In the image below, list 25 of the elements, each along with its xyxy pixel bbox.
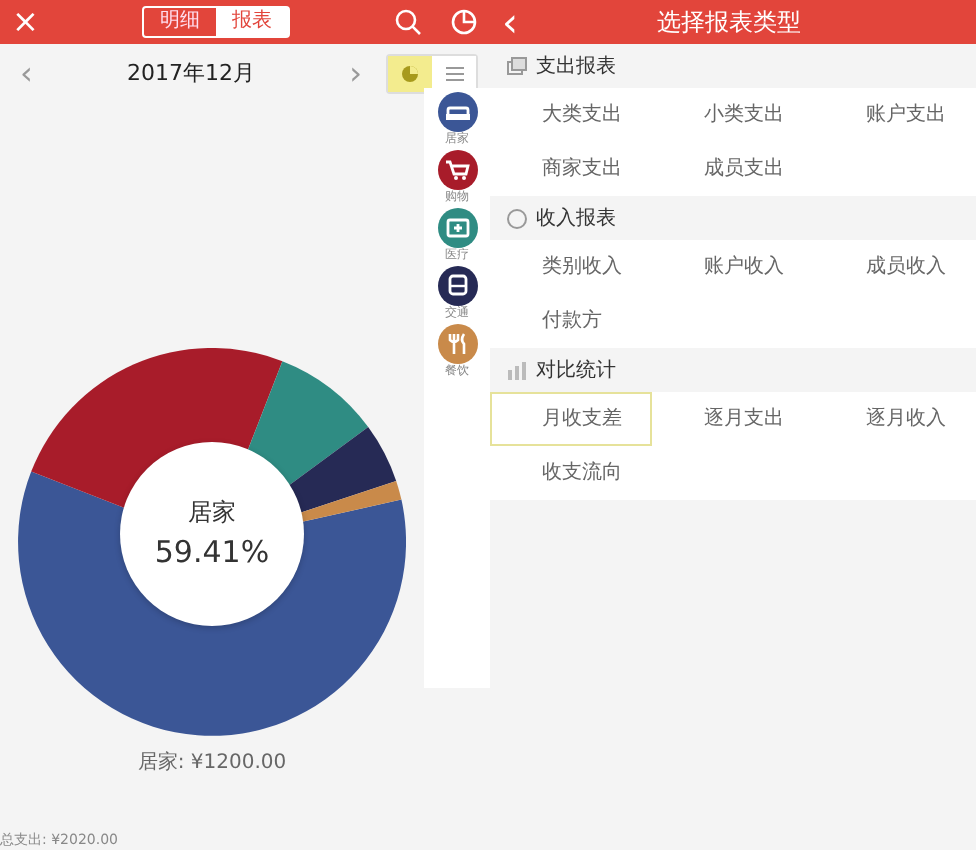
month-label: 2017年12月 <box>125 57 257 90</box>
back-button[interactable]: ‹ <box>502 2 518 42</box>
section-title: 收入报表 <box>536 205 616 233</box>
section-title: 支出报表 <box>536 53 616 81</box>
search-icon[interactable] <box>394 8 422 36</box>
category-icon <box>437 208 477 248</box>
category-icon <box>437 324 477 364</box>
pie-view-button[interactable] <box>388 56 432 92</box>
category-icon <box>437 150 477 190</box>
percentage-value: 59.41% <box>154 531 270 574</box>
tab[interactable]: 明细 <box>144 8 217 36</box>
screen-title: 选择报表类型 <box>655 6 803 40</box>
category-name: 居家 <box>188 495 236 530</box>
category-icon <box>437 266 477 306</box>
pie-chart-icon[interactable] <box>450 8 478 36</box>
tab[interactable]: 报表 <box>216 8 289 36</box>
section-title: 对比统计 <box>536 357 616 385</box>
category-amount: 居家: ¥1200.00 <box>137 749 287 778</box>
section-icon <box>506 359 528 381</box>
section-icon <box>506 207 528 229</box>
close-button[interactable]: × <box>12 6 39 38</box>
list-icon <box>444 64 464 84</box>
section-icon <box>506 55 528 77</box>
pie-chart-icon <box>400 64 420 84</box>
report-type-item[interactable]: 月收支差 <box>490 392 652 446</box>
